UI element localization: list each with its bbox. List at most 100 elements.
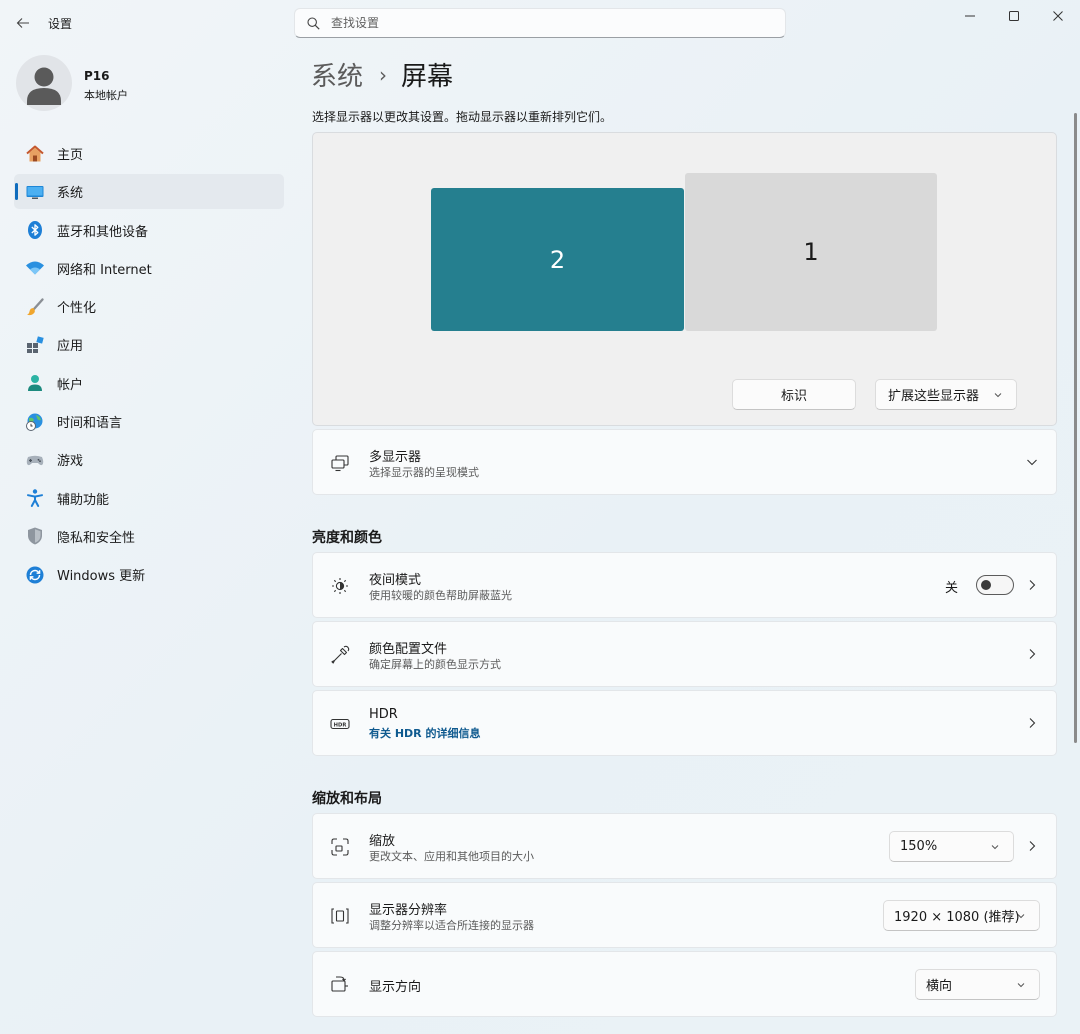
- multiple-displays-card[interactable]: 多显示器 选择显示器的呈现模式: [312, 429, 1057, 495]
- scale-card[interactable]: 缩放 更改文本、应用和其他项目的大小 150%: [312, 813, 1057, 879]
- avatar[interactable]: [16, 55, 72, 111]
- hdr-card[interactable]: HDR HDR 有关 HDR 的详细信息: [312, 690, 1057, 756]
- chevron-down-icon: [1017, 914, 1025, 919]
- page-description: 选择显示器以更改其设置。拖动显示器以重新排列它们。: [312, 110, 613, 124]
- page-title: 屏幕: [401, 62, 454, 92]
- monitor-2[interactable]: 2: [431, 188, 684, 331]
- breadcrumb-parent[interactable]: 系统: [311, 56, 363, 93]
- minimize-button[interactable]: [948, 0, 992, 32]
- close-button[interactable]: [1036, 0, 1080, 32]
- card-title: 显示方向: [369, 980, 422, 995]
- hdr-info-link[interactable]: 有关 HDR 的详细信息: [369, 725, 480, 741]
- card-title: 缩放: [369, 834, 396, 849]
- card-subtitle: 调整分辨率以适合所连接的显示器: [369, 919, 534, 932]
- sidebar-item-gaming[interactable]: 游戏: [14, 442, 284, 477]
- accessibility-icon: [24, 487, 46, 509]
- sidebar-item-privacy[interactable]: 隐私和安全性: [14, 519, 284, 554]
- orientation-dropdown[interactable]: 横向: [915, 969, 1040, 1000]
- toggle-state-label: 关: [944, 581, 958, 596]
- chevron-down-icon: [1017, 983, 1025, 988]
- app-title: 设置: [48, 17, 73, 31]
- sidebar-item-label: 蓝牙和其他设备: [57, 224, 149, 240]
- sidebar-item-network[interactable]: 网络和 Internet: [14, 251, 284, 286]
- scale-dropdown[interactable]: 150%: [889, 831, 1014, 862]
- sidebar-item-personalization[interactable]: 个性化: [14, 289, 284, 324]
- sidebar-item-accounts[interactable]: 帐户: [14, 366, 284, 401]
- sidebar-item-apps[interactable]: 应用: [14, 327, 284, 362]
- multiple-displays-icon: [329, 452, 351, 474]
- hdr-icon: HDR: [329, 713, 351, 735]
- home-icon: [24, 143, 46, 165]
- search-box[interactable]: [294, 8, 786, 38]
- monitor-number: 2: [549, 245, 566, 274]
- system-display-icon: [24, 181, 46, 203]
- sidebar-item-label: 帐户: [57, 377, 84, 393]
- shield-icon: [24, 525, 46, 547]
- dropdown-value: 150%: [900, 839, 938, 854]
- sidebar-item-system[interactable]: 系统: [14, 174, 284, 210]
- breadcrumb: 系统 › 屏幕: [311, 56, 453, 93]
- monitor-1[interactable]: 1: [685, 173, 937, 331]
- wifi-icon: [24, 257, 46, 279]
- gamepad-icon: [24, 449, 46, 471]
- card-title: 夜间模式: [369, 573, 422, 588]
- card-subtitle: 选择显示器的呈现模式: [369, 466, 479, 479]
- display-arrangement-panel: 2 1 标识 扩展这些显示器: [312, 132, 1057, 426]
- resolution-icon: [329, 905, 351, 927]
- orientation-icon: [329, 974, 351, 996]
- resolution-dropdown[interactable]: 1920 × 1080 (推荐): [883, 900, 1040, 931]
- update-icon: [24, 564, 46, 586]
- card-subtitle: 更改文本、应用和其他项目的大小: [369, 850, 534, 863]
- resolution-card[interactable]: 显示器分辨率 调整分辨率以适合所连接的显示器 1920 × 1080 (推荐): [312, 882, 1057, 948]
- chevron-right-icon: [1024, 838, 1040, 854]
- sidebar-item-home[interactable]: 主页: [14, 136, 284, 171]
- chevron-right-icon: [1024, 646, 1040, 662]
- sidebar-item-windows-update[interactable]: Windows 更新: [14, 557, 284, 592]
- dropdown-value: 横向: [926, 979, 953, 994]
- section-title-brightness: 亮度和颜色: [312, 530, 382, 546]
- chevron-down-icon: [1024, 454, 1040, 470]
- sidebar-item-label: 个性化: [57, 301, 97, 317]
- account-type: 本地帐户: [84, 89, 128, 102]
- sidebar-item-accessibility[interactable]: 辅助功能: [14, 481, 284, 516]
- sidebar-item-label: 辅助功能: [57, 492, 110, 508]
- sidebar-item-label: 应用: [57, 339, 84, 355]
- card-title: 显示器分辨率: [369, 903, 448, 918]
- back-button[interactable]: [10, 10, 36, 36]
- identify-button[interactable]: 标识: [732, 379, 856, 410]
- monitor-number: 1: [803, 238, 819, 266]
- settings-window: 设置 P16 本地帐户: [0, 0, 1080, 1034]
- globe-clock-icon: [24, 411, 46, 433]
- brightness-icon: [329, 575, 351, 597]
- card-title: 多显示器: [369, 450, 422, 465]
- card-subtitle: 使用较暖的颜色帮助屏蔽蓝光: [369, 589, 512, 602]
- chevron-down-icon: [994, 393, 1002, 398]
- chevron-right-icon: [1024, 577, 1040, 593]
- brush-icon: [24, 296, 46, 318]
- breadcrumb-separator: ›: [379, 62, 388, 87]
- section-title-scale-layout: 缩放和布局: [312, 791, 382, 807]
- account-icon: [24, 372, 46, 394]
- user-avatar-icon: [27, 67, 61, 105]
- minimize-icon: [965, 15, 975, 17]
- close-icon: [1053, 11, 1063, 21]
- sidebar-item-label: 游戏: [57, 454, 84, 470]
- orientation-card[interactable]: 显示方向 横向: [312, 951, 1057, 1017]
- sidebar-item-label: 系统: [57, 186, 84, 202]
- night-light-toggle[interactable]: [976, 575, 1014, 595]
- sidebar-item-label: 主页: [57, 148, 84, 163]
- toggle-knob: [981, 580, 991, 590]
- search-input[interactable]: [331, 16, 771, 30]
- chevron-down-icon: [991, 845, 999, 850]
- scale-icon: [329, 836, 351, 858]
- dropdown-value: 扩展这些显示器: [888, 389, 980, 404]
- extend-displays-dropdown[interactable]: 扩展这些显示器: [875, 379, 1017, 410]
- sidebar-item-bluetooth[interactable]: 蓝牙和其他设备: [14, 213, 284, 248]
- maximize-button[interactable]: [992, 0, 1036, 32]
- back-arrow-icon: [16, 18, 29, 28]
- night-light-card[interactable]: 夜间模式 使用较暖的颜色帮助屏蔽蓝光 关: [312, 552, 1057, 618]
- color-profile-card[interactable]: 颜色配置文件 确定屏幕上的颜色显示方式: [312, 621, 1057, 687]
- vertical-scrollbar[interactable]: [1074, 113, 1077, 743]
- sidebar-item-time-language[interactable]: 时间和语言: [14, 404, 284, 439]
- bluetooth-icon: [24, 219, 46, 241]
